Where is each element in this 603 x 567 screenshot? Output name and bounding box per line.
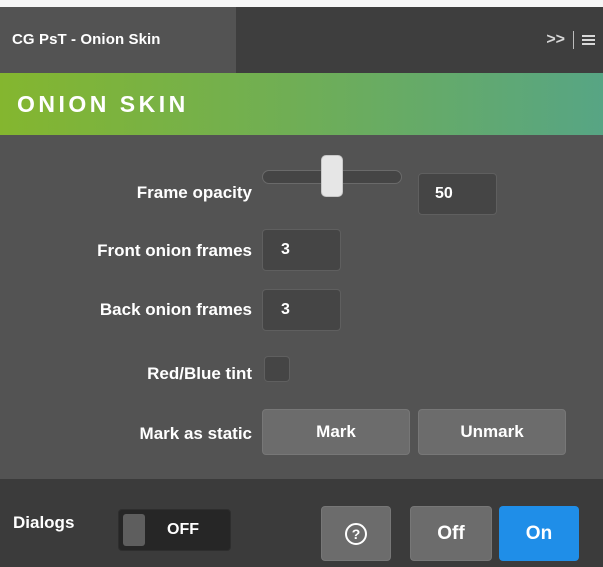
front-onion-frames-value: 3: [281, 241, 290, 258]
dialogs-label: Dialogs: [13, 513, 75, 532]
back-onion-frames-label: Back onion frames: [99, 300, 252, 319]
back-onion-frames-input[interactable]: 3: [262, 289, 341, 331]
panel-tab[interactable]: CG PsT - Onion Skin: [0, 7, 236, 73]
panel-tab-controls: >>: [546, 7, 595, 73]
front-onion-frames-input[interactable]: 3: [262, 229, 341, 271]
dialogs-toggle-knob: [123, 514, 145, 546]
mark-button[interactable]: Mark: [262, 409, 410, 455]
help-glyph: ?: [351, 525, 361, 542]
dialogs-toggle-text: OFF: [167, 521, 199, 538]
frame-opacity-value: 50: [435, 185, 453, 202]
on-button[interactable]: On: [499, 506, 579, 561]
header-title: ONION SKIN: [17, 91, 189, 117]
off-button[interactable]: Off: [410, 506, 492, 561]
dialogs-toggle[interactable]: OFF: [118, 509, 231, 551]
red-blue-tint-checkbox[interactable]: [264, 356, 290, 382]
panel-tab-title: CG PsT - Onion Skin: [12, 31, 161, 48]
frame-opacity-slider-thumb[interactable]: [321, 155, 343, 197]
panel-footer: Dialogs OFF ? Off On: [0, 479, 603, 567]
red-blue-tint-label: Red/Blue tint: [147, 364, 252, 383]
help-icon: ?: [345, 522, 367, 545]
panel-header: ONION SKIN: [0, 73, 603, 135]
onion-skin-panel: CG PsT - Onion Skin >> ONION SKIN Frame …: [0, 7, 603, 567]
frame-opacity-label: Frame opacity: [136, 183, 252, 202]
tab-separator: [573, 30, 574, 49]
help-button[interactable]: ?: [321, 506, 391, 561]
frame-opacity-input[interactable]: 50: [418, 173, 497, 215]
mark-as-static-label: Mark as static: [139, 424, 252, 443]
front-onion-frames-label: Front onion frames: [97, 241, 252, 260]
back-onion-frames-value: 3: [281, 301, 290, 318]
unmark-button[interactable]: Unmark: [418, 409, 566, 455]
window-top-strip: [0, 0, 603, 7]
panel-menu-icon[interactable]: [582, 33, 595, 47]
panel-tab-bar: CG PsT - Onion Skin >>: [0, 7, 603, 73]
expand-panels-icon[interactable]: >>: [546, 31, 565, 48]
